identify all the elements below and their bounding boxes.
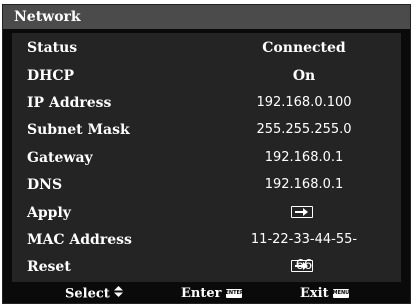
exit-hint: Exit MENU	[300, 283, 349, 305]
enter-hint-label: Enter	[181, 286, 222, 301]
row-reset[interactable]: Reset	[12, 254, 401, 280]
subnet-mask-value[interactable]: 255.255.255.0	[244, 117, 364, 143]
select-hint: Select	[65, 283, 123, 305]
row-dhcp[interactable]: DHCP On	[12, 63, 401, 89]
dns-value[interactable]: 192.168.0.1	[244, 172, 364, 198]
ip-address-label: IP Address	[27, 95, 112, 111]
select-hint-label: Select	[65, 286, 110, 302]
up-down-triangles-icon	[113, 283, 123, 305]
dns-label: DNS	[27, 177, 63, 193]
apply-label: Apply	[27, 205, 71, 221]
enter-arrow-icon[interactable]	[291, 206, 313, 218]
menu-title: Network	[3, 5, 410, 29]
status-value: Connected	[262, 40, 346, 56]
mac-address-value: 11-22-33-44-55-66	[250, 232, 358, 273]
reset-label: Reset	[27, 259, 71, 275]
footer-hints: Select Enter ENTER Exit MENU	[3, 283, 410, 305]
row-status: Status Connected	[12, 35, 401, 61]
enter-key-icon: ENTER	[225, 289, 244, 298]
exit-hint-label: Exit	[300, 286, 329, 301]
row-mac-address: MAC Address 11-22-33-44-55-66	[12, 227, 401, 273]
row-ip-address[interactable]: IP Address 192.168.0.100	[12, 90, 401, 116]
subnet-mask-label: Subnet Mask	[27, 122, 130, 138]
menu-key-icon: MENU	[332, 289, 350, 298]
row-apply[interactable]: Apply	[12, 200, 401, 226]
dhcp-label: DHCP	[27, 68, 75, 84]
row-dns[interactable]: DNS 192.168.0.1	[12, 172, 401, 198]
enter-hint: Enter ENTER	[181, 283, 244, 305]
mac-address-label: MAC Address	[27, 232, 132, 248]
ip-address-value[interactable]: 192.168.0.100	[244, 90, 364, 116]
gateway-value[interactable]: 192.168.0.1	[244, 145, 364, 171]
enter-arrow-icon[interactable]	[291, 260, 313, 272]
row-gateway[interactable]: Gateway 192.168.0.1	[12, 145, 401, 171]
row-subnet-mask[interactable]: Subnet Mask 255.255.255.0	[12, 117, 401, 143]
settings-panel: Status Connected DHCP On IP Address 192.…	[12, 33, 401, 282]
network-menu: Network Status Connected DHCP On IP Addr…	[2, 4, 411, 304]
gateway-label: Gateway	[27, 150, 93, 166]
dhcp-value[interactable]: On	[244, 63, 364, 89]
status-label: Status	[27, 40, 78, 56]
